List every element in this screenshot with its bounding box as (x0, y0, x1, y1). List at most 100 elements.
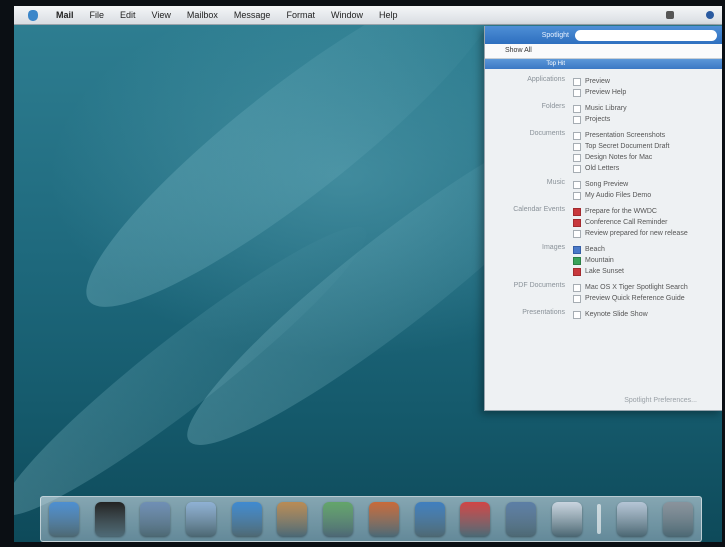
spotlight-preferences-link[interactable]: Spotlight Preferences... (624, 397, 697, 404)
result-item-icon (573, 267, 581, 276)
menu-bar: Mail File Edit View Mailbox Message Format Wind… (14, 6, 722, 25)
menu-item[interactable]: Message (226, 10, 279, 20)
result-group: PDF Documents Mac OS X Tiger Spotlight Se… (485, 282, 722, 304)
finder-icon[interactable] (48, 502, 79, 536)
result-item[interactable]: Preview Quick Reference Guide (573, 293, 722, 304)
result-item-icon (573, 294, 581, 303)
result-groups: Applications Preview Preview Help Folders Mu… (485, 69, 722, 329)
result-item-label: Lake Sunset (585, 268, 624, 275)
result-item-label: Beach (585, 246, 605, 253)
group-label: Calendar Events (513, 206, 565, 213)
result-item-label: Preview (585, 78, 610, 85)
menu-item[interactable]: Window (323, 10, 371, 20)
dashboard-icon[interactable] (94, 502, 125, 536)
group-label: Applications (527, 76, 565, 83)
result-item-icon (573, 256, 581, 265)
result-item-label: Old Letters (585, 165, 620, 172)
result-group: Documents Presentation Screenshots Top Sec… (485, 130, 722, 174)
result-item[interactable]: Conference Call Reminder (573, 217, 722, 228)
result-item-label: Mountain (585, 257, 614, 264)
address-book-icon[interactable] (277, 502, 308, 536)
menu-item[interactable]: Edit (112, 10, 144, 20)
menu-item[interactable]: View (144, 10, 179, 20)
calendar-icon[interactable] (460, 502, 491, 536)
search-input[interactable] (575, 29, 717, 41)
menu-items: Mail File Edit View Mailbox Message Format Wind… (48, 10, 406, 20)
preview-icon[interactable] (551, 502, 582, 536)
result-item-icon (573, 153, 581, 162)
result-item-icon (573, 77, 581, 86)
group-label: PDF Documents (513, 282, 565, 289)
result-item[interactable]: Preview (573, 76, 722, 87)
result-item-label: Music Library (585, 105, 627, 112)
show-all-item[interactable]: Show All (485, 44, 722, 59)
ichat-icon[interactable] (368, 502, 399, 536)
ical-icon[interactable] (186, 502, 217, 536)
spotlight-search-bar: Spotlight (485, 26, 722, 44)
result-item[interactable]: Presentation Screenshots (573, 130, 722, 141)
menu-item[interactable]: Help (371, 10, 406, 20)
result-group: Images Beach Mountain Lake Sunset (485, 244, 722, 277)
result-item[interactable]: Prepare for the WWDC (573, 206, 722, 217)
itunes-icon[interactable] (323, 502, 354, 536)
spotlight-icon[interactable] (706, 11, 714, 19)
result-item[interactable]: Review prepared for new release (573, 228, 722, 239)
result-item[interactable]: Keynote Slide Show (573, 309, 722, 320)
result-item[interactable]: Song Preview (573, 179, 722, 190)
result-item-icon (573, 310, 581, 319)
menu-item[interactable]: File (82, 10, 113, 20)
result-group: Music Song Preview My Audio Files Demo (485, 179, 722, 201)
result-item-label: Design Notes for Mac (585, 154, 653, 161)
result-item[interactable]: Design Notes for Mac (573, 152, 722, 163)
result-item-icon (573, 180, 581, 189)
result-item[interactable]: Mac OS X Tiger Spotlight Search (573, 282, 722, 293)
system-preferences-icon[interactable] (506, 502, 537, 536)
result-item-label: Song Preview (585, 181, 629, 188)
result-item[interactable]: My Audio Files Demo (573, 190, 722, 201)
menu-item[interactable]: Mailbox (179, 10, 226, 20)
result-item-icon (573, 131, 581, 140)
result-item-label: Review prepared for new release (585, 230, 688, 237)
search-label: Spotlight (541, 31, 569, 39)
trash-icon[interactable] (662, 502, 693, 536)
menu-item[interactable]: Mail (48, 10, 82, 20)
apple-menu-icon[interactable] (28, 9, 38, 21)
group-label: Images (542, 244, 565, 251)
result-item[interactable]: Lake Sunset (573, 266, 722, 277)
safari-icon[interactable] (231, 502, 262, 536)
group-label: Presentations (522, 309, 565, 316)
iphoto-icon[interactable] (414, 502, 445, 536)
result-item[interactable]: Beach (573, 244, 722, 255)
result-item[interactable]: Top Secret Document Draft (573, 141, 722, 152)
result-group: Calendar Events Prepare for the WWDC Confe… (485, 206, 722, 239)
result-item-icon (573, 218, 581, 227)
result-item-icon (573, 229, 581, 238)
result-item-label: Preview Help (585, 89, 627, 96)
result-item-icon (573, 88, 581, 97)
result-item-icon (573, 104, 581, 113)
group-label: Folders (541, 103, 565, 110)
spacer (597, 504, 602, 534)
result-group: Applications Preview Preview Help (485, 76, 722, 98)
desktop: Mail File Edit View Mailbox Message Format Wind… (14, 6, 722, 542)
menu-item[interactable]: Format (278, 10, 323, 20)
result-item-icon (573, 191, 581, 200)
result-item-label: Presentation Screenshots (585, 132, 666, 139)
documents-folder-icon[interactable] (617, 502, 648, 536)
result-item-icon (573, 245, 581, 254)
result-item[interactable]: Music Library (573, 103, 722, 114)
result-item[interactable]: Old Letters (573, 163, 722, 174)
mail-icon[interactable] (140, 502, 171, 536)
result-group: Presentations Keynote Slide Show (485, 309, 722, 320)
result-item-label: Preview Quick Reference Guide (585, 295, 685, 302)
result-item[interactable]: Projects (573, 114, 722, 125)
menu-extras (666, 11, 722, 19)
top-hit-row[interactable]: Top Hit (485, 59, 722, 69)
result-item[interactable]: Preview Help (573, 87, 722, 98)
result-item-icon (573, 164, 581, 173)
result-item-label: Prepare for the WWDC (585, 208, 657, 215)
result-item[interactable]: Mountain (573, 255, 722, 266)
group-label: Music (546, 179, 565, 186)
volume-icon[interactable] (666, 11, 674, 19)
result-item-icon (573, 207, 581, 216)
